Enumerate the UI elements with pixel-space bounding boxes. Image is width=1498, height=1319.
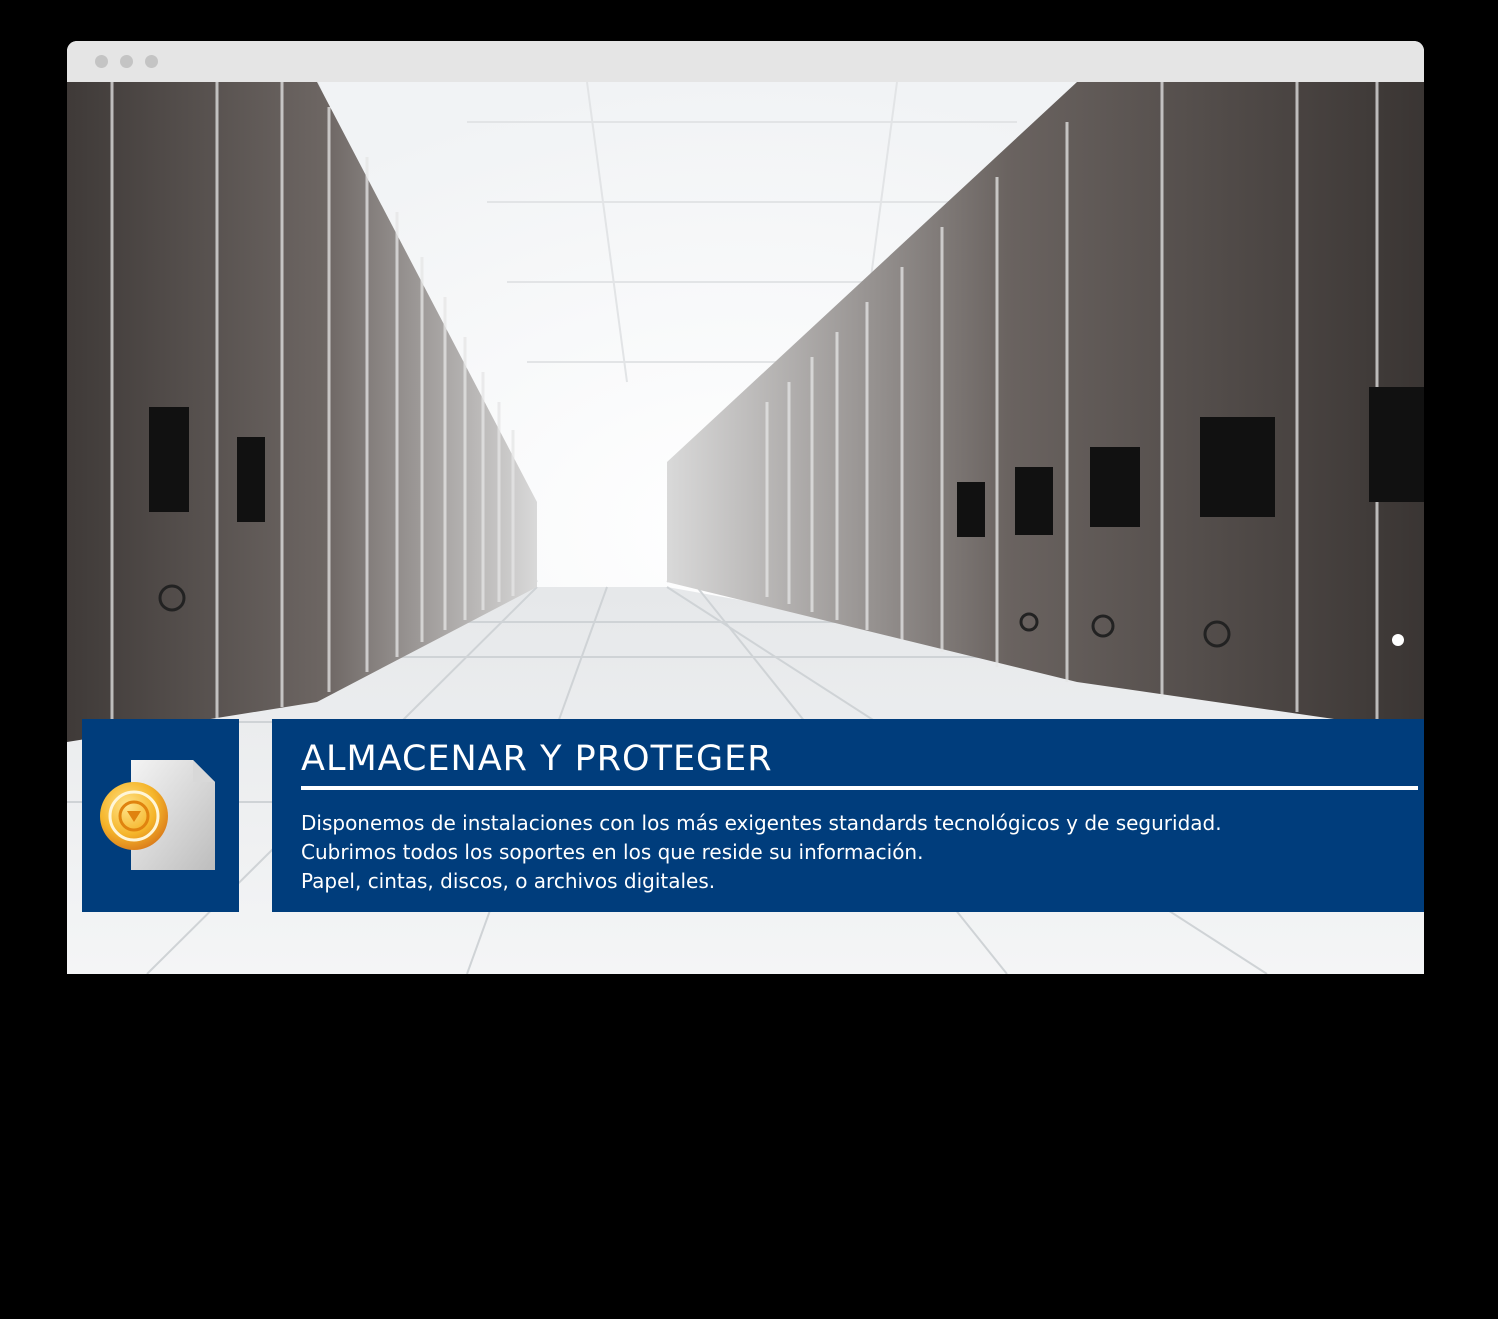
feature-text-panel: ALMACENAR Y PROTEGER Disponemos de insta…	[272, 719, 1424, 912]
window-minimize-button[interactable]	[120, 55, 133, 68]
title-divider	[301, 786, 1418, 790]
browser-titlebar	[67, 41, 1424, 82]
feature-description: Disponemos de instalaciones con los más …	[301, 809, 1222, 896]
description-line: Disponemos de instalaciones con los más …	[301, 811, 1222, 835]
description-line: Papel, cintas, discos, o archivos digita…	[301, 869, 716, 893]
window-maximize-button[interactable]	[145, 55, 158, 68]
feature-icon-panel	[82, 719, 239, 912]
description-line: Cubrimos todos los soportes en los que r…	[301, 840, 924, 864]
feature-title: ALMACENAR Y PROTEGER	[301, 739, 773, 779]
window-close-button[interactable]	[95, 55, 108, 68]
browser-window: ALMACENAR Y PROTEGER Disponemos de insta…	[67, 41, 1424, 974]
document-safe-icon	[100, 760, 215, 870]
